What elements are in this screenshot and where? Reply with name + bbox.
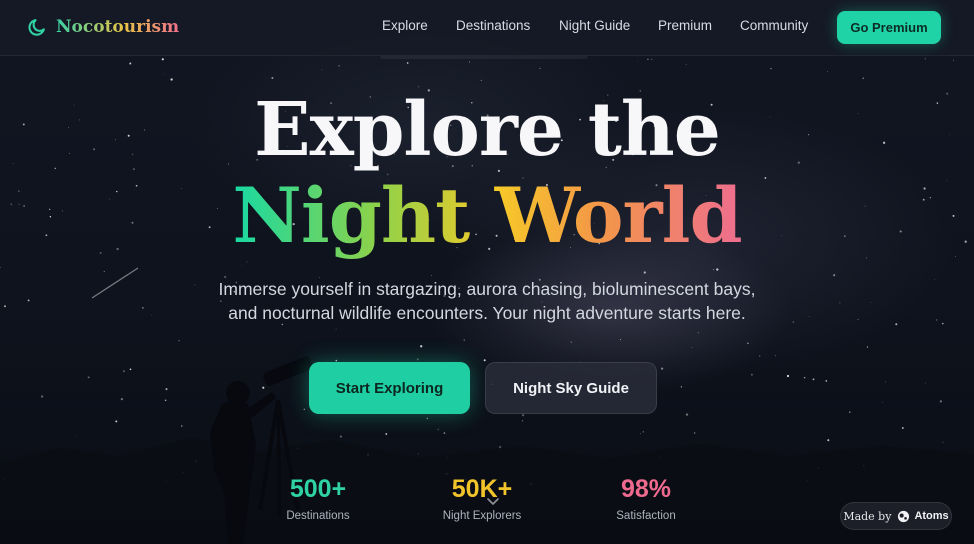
atoms-logo-icon (898, 510, 910, 522)
stat-label: Night Explorers (442, 510, 522, 522)
nav-link-explore[interactable]: Explore (382, 18, 428, 33)
hero-headline-line2: Night World (0, 170, 974, 262)
hero-subtitle-line2: and nocturnal wildlife encounters. Your … (228, 303, 746, 323)
hero-headline-gradient: Night World (232, 171, 742, 260)
hero-subtitle-line1: Immerse yourself in stargazing, aurora c… (218, 279, 756, 299)
chevron-down-icon[interactable] (486, 497, 500, 507)
stat-satisfaction: 98% Satisfaction (566, 474, 726, 522)
stat-night-explorers: 50K+ Night Explorers (402, 474, 562, 522)
start-exploring-button[interactable]: Start Exploring (309, 362, 470, 414)
nav-underbar (380, 56, 588, 59)
hero-headline-line1: Explore the (254, 87, 721, 173)
stat-value: 50K+ (451, 475, 513, 503)
stat-destinations: 500+ Destinations (238, 474, 398, 522)
nav-link-community[interactable]: Community (740, 18, 808, 33)
stargazer-silhouette (0, 267, 974, 544)
stat-label: Destinations (286, 510, 350, 522)
nav-link-night-guide[interactable]: Night Guide (559, 18, 630, 33)
stat-value: 500+ (289, 475, 347, 503)
stat-label: Satisfaction (616, 510, 676, 522)
nav-links: Explore Destinations Night Guide Premium… (0, 18, 974, 38)
hero-subtitle: Immerse yourself in stargazing, aurora c… (0, 277, 974, 325)
badge-prefix: Made by (843, 509, 892, 523)
made-by-badge[interactable]: Made by Atoms (840, 502, 952, 530)
night-sky-guide-button[interactable]: Night Sky Guide (485, 362, 657, 414)
nav-link-premium[interactable]: Premium (658, 18, 712, 33)
navbar: Nocotourism Explore Destinations Night G… (0, 0, 974, 56)
nav-link-destinations[interactable]: Destinations (456, 18, 530, 33)
go-premium-button[interactable]: Go Premium (837, 11, 941, 44)
stat-value: 98% (620, 475, 672, 503)
badge-brand: Atoms (914, 510, 949, 522)
